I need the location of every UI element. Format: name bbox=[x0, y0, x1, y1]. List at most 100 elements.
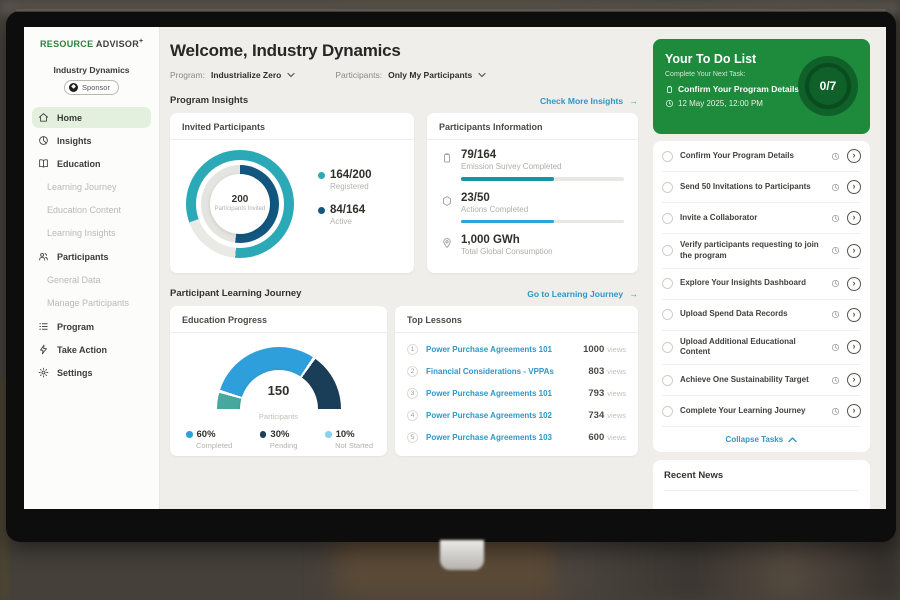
task-checkbox[interactable] bbox=[662, 309, 673, 320]
lesson-views-unit: views bbox=[607, 433, 626, 442]
lesson-link[interactable]: Financial Considerations - VPPAs bbox=[426, 367, 588, 376]
lesson-views-unit: views bbox=[607, 411, 626, 420]
clock-icon bbox=[831, 152, 840, 161]
hexagon-icon bbox=[441, 195, 453, 207]
actions-progress-track bbox=[461, 220, 624, 224]
registered-value: 164/200 bbox=[330, 169, 372, 181]
lesson-views: 600 bbox=[588, 432, 604, 443]
go-to-learning-journey-link[interactable]: Go to Learning Journey → bbox=[527, 289, 638, 299]
invited-donut-chart: 200 Participants Invited bbox=[186, 150, 294, 258]
sponsor-badge[interactable]: ◆ Sponsor bbox=[64, 80, 119, 95]
lesson-row: 4 Power Purchase Agreements 102 734 view… bbox=[407, 404, 626, 426]
lesson-link[interactable]: Power Purchase Agreements 101 bbox=[426, 345, 583, 354]
sidebar-item-label: Learning Insights bbox=[47, 228, 116, 238]
clock-icon bbox=[831, 246, 840, 255]
chevron-down-icon[interactable] bbox=[287, 72, 295, 78]
task-label: Confirm Your Program Details bbox=[680, 151, 824, 162]
task-label: Achieve One Sustainability Target bbox=[680, 375, 824, 386]
sidebar-item-take-action[interactable]: Take Action bbox=[24, 339, 159, 360]
emission-progress-track bbox=[461, 177, 624, 181]
legend-dot bbox=[186, 431, 193, 438]
collapse-label: Collapse Tasks bbox=[726, 435, 784, 444]
lesson-link[interactable]: Power Purchase Agreements 102 bbox=[426, 411, 588, 420]
page-title: Welcome, Industry Dynamics bbox=[170, 41, 638, 61]
consumption-label: Total Global Consumption bbox=[461, 247, 553, 256]
lesson-rank: 4 bbox=[407, 410, 418, 421]
insights-icon bbox=[38, 135, 49, 146]
info-row-actions: 23/50 Actions Completed bbox=[441, 192, 624, 224]
lesson-rank: 1 bbox=[407, 344, 418, 355]
legend-label: Completed bbox=[196, 441, 232, 450]
sidebar-item-learning-journey[interactable]: Learning Journey bbox=[24, 177, 159, 197]
todo-panel: Your To Do List Complete Your Next Task:… bbox=[648, 27, 886, 509]
task-checkbox[interactable] bbox=[662, 245, 673, 256]
sidebar-item-program[interactable]: Program bbox=[24, 316, 159, 337]
sidebar-item-label: Education Content bbox=[47, 205, 121, 215]
gear-icon bbox=[38, 367, 49, 378]
task-label: Invite a Collaborator bbox=[680, 213, 824, 224]
task-open-button[interactable]: › bbox=[847, 277, 861, 291]
sidebar-item-label: Manage Participants bbox=[47, 298, 129, 308]
sidebar-menu: Home Insights Education Learning Journey… bbox=[24, 107, 159, 383]
sponsor-badge-icon: ◆ bbox=[69, 83, 78, 92]
lesson-views-unit: views bbox=[607, 389, 626, 398]
sidebar-item-insights[interactable]: Insights bbox=[24, 130, 159, 151]
task-checkbox[interactable] bbox=[662, 151, 673, 162]
task-open-button[interactable]: › bbox=[847, 149, 861, 163]
program-filter-label: Program: bbox=[170, 70, 205, 80]
task-checkbox[interactable] bbox=[662, 375, 673, 386]
org-name: Industry Dynamics bbox=[24, 65, 159, 75]
collapse-tasks-link[interactable]: Collapse Tasks bbox=[662, 427, 861, 452]
task-open-button[interactable]: › bbox=[847, 308, 861, 322]
sidebar-item-participants[interactable]: Participants bbox=[24, 246, 159, 267]
actions-label: Actions Completed bbox=[461, 205, 624, 214]
task-open-button[interactable]: › bbox=[847, 340, 861, 354]
sponsor-badge-label: Sponsor bbox=[82, 83, 110, 92]
card-title: Top Lessons bbox=[395, 306, 638, 333]
lesson-link[interactable]: Power Purchase Agreements 101 bbox=[426, 389, 588, 398]
clock-icon bbox=[831, 376, 840, 385]
lesson-views: 803 bbox=[588, 366, 604, 377]
education-gauge-chart: 150 bbox=[217, 347, 341, 411]
lesson-row: 2 Financial Considerations - VPPAs 803 v… bbox=[407, 360, 626, 382]
participants-filter-dropdown[interactable]: Only My Participants bbox=[388, 70, 472, 80]
sidebar-item-settings[interactable]: Settings bbox=[24, 362, 159, 383]
task-checkbox[interactable] bbox=[662, 342, 673, 353]
location-pin-icon bbox=[441, 237, 453, 249]
legend-item-active: 84/164 Active bbox=[318, 204, 372, 226]
dashboard-screen: RESOURCE ADVISOR+ Industry Dynamics ◆ Sp… bbox=[24, 27, 886, 509]
sidebar-item-education[interactable]: Education bbox=[24, 153, 159, 174]
lesson-views: 734 bbox=[588, 410, 604, 421]
task-checkbox[interactable] bbox=[662, 213, 673, 224]
clock-icon bbox=[831, 407, 840, 416]
clock-icon bbox=[831, 183, 840, 192]
active-value: 84/164 bbox=[330, 204, 365, 216]
lesson-row: 1 Power Purchase Agreements 101 1000 vie… bbox=[407, 338, 626, 360]
task-checkbox[interactable] bbox=[662, 406, 673, 417]
lesson-link[interactable]: Power Purchase Agreements 103 bbox=[426, 433, 588, 442]
sidebar-item-learning-insights[interactable]: Learning Insights bbox=[24, 223, 159, 243]
todo-list: Confirm Your Program Details › Send 50 I… bbox=[653, 141, 870, 452]
sidebar-item-general-data[interactable]: General Data bbox=[24, 270, 159, 290]
task-checkbox[interactable] bbox=[662, 182, 673, 193]
program-filter-dropdown[interactable]: Industrialize Zero bbox=[211, 70, 281, 80]
task-open-button[interactable]: › bbox=[847, 373, 861, 387]
task-open-button[interactable]: › bbox=[847, 244, 861, 258]
task-open-button[interactable]: › bbox=[847, 211, 861, 225]
check-more-insights-link[interactable]: Check More Insights → bbox=[540, 96, 638, 106]
task-open-button[interactable]: › bbox=[847, 404, 861, 418]
todo-item: Achieve One Sustainability Target › bbox=[662, 365, 861, 396]
sidebar-item-education-content[interactable]: Education Content bbox=[24, 200, 159, 220]
sidebar-item-label: Take Action bbox=[57, 345, 107, 355]
task-label: Upload Additional Educational Content bbox=[680, 337, 824, 359]
todo-item: Send 50 Invitations to Participants › bbox=[662, 172, 861, 203]
sidebar-item-label: Participants bbox=[57, 252, 109, 262]
sidebar-item-home[interactable]: Home bbox=[32, 107, 151, 128]
task-checkbox[interactable] bbox=[662, 278, 673, 289]
donut-legend: 164/200 Registered 84/164 Active bbox=[318, 169, 372, 239]
sidebar-item-manage-participants[interactable]: Manage Participants bbox=[24, 293, 159, 313]
chevron-down-icon[interactable] bbox=[478, 72, 486, 78]
legend-item-registered: 164/200 Registered bbox=[318, 169, 372, 191]
task-open-button[interactable]: › bbox=[847, 180, 861, 194]
list-icon bbox=[38, 321, 49, 332]
